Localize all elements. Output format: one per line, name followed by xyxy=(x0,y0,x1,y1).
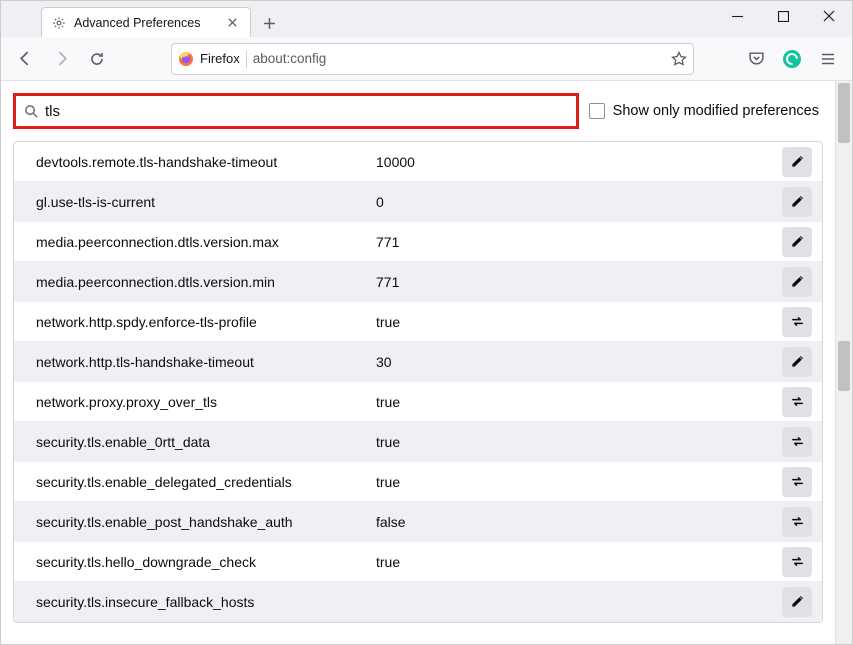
pref-name: gl.use-tls-is-current xyxy=(36,194,376,210)
pref-name: network.http.tls-handshake-timeout xyxy=(36,354,376,370)
checkbox-label: Show only modified preferences xyxy=(613,103,819,119)
pref-name: security.tls.hello_downgrade_check xyxy=(36,554,376,570)
pencil-icon xyxy=(790,274,805,289)
pref-name: security.tls.enable_0rtt_data xyxy=(36,434,376,450)
pref-value: 0 xyxy=(376,194,782,210)
pref-row: security.tls.enable_post_handshake_authf… xyxy=(14,502,822,542)
pref-name: network.http.spdy.enforce-tls-profile xyxy=(36,314,376,330)
edit-button[interactable] xyxy=(782,227,812,257)
pref-value: true xyxy=(376,554,782,570)
identity-label: Firefox xyxy=(200,51,240,66)
browser-tab[interactable]: Advanced Preferences xyxy=(41,7,251,37)
pref-value: 10000 xyxy=(376,154,782,170)
pref-name: security.tls.insecure_fallback_hosts xyxy=(36,594,376,610)
pref-row: network.http.tls-handshake-timeout30 xyxy=(14,342,822,382)
pref-name: media.peerconnection.dtls.version.min xyxy=(36,274,376,290)
vertical-scrollbar[interactable] xyxy=(835,81,852,644)
edit-button[interactable] xyxy=(782,267,812,297)
pocket-button[interactable] xyxy=(740,43,772,75)
titlebar: Advanced Preferences xyxy=(1,1,852,37)
firefox-icon xyxy=(178,51,194,67)
pencil-icon xyxy=(790,154,805,169)
close-window-button[interactable] xyxy=(806,1,852,31)
swap-icon xyxy=(790,394,805,409)
url-text: about:config xyxy=(253,51,665,66)
minimize-button[interactable] xyxy=(714,1,760,31)
pref-row: security.tls.enable_0rtt_datatrue xyxy=(14,422,822,462)
search-icon xyxy=(24,104,39,119)
app-menu-button[interactable] xyxy=(812,43,844,75)
edit-button[interactable] xyxy=(782,147,812,177)
pref-value: false xyxy=(376,514,782,530)
pref-row: network.http.spdy.enforce-tls-profiletru… xyxy=(14,302,822,342)
scrollbar-thumb[interactable] xyxy=(838,83,850,143)
toggle-button[interactable] xyxy=(782,307,812,337)
toggle-button[interactable] xyxy=(782,547,812,577)
preferences-table: devtools.remote.tls-handshake-timeout100… xyxy=(13,141,823,623)
maximize-button[interactable] xyxy=(760,1,806,31)
swap-icon xyxy=(790,314,805,329)
toggle-button[interactable] xyxy=(782,467,812,497)
pref-name: devtools.remote.tls-handshake-timeout xyxy=(36,154,376,170)
checkbox[interactable] xyxy=(589,103,605,119)
tab-title: Advanced Preferences xyxy=(74,16,216,30)
edit-button[interactable] xyxy=(782,347,812,377)
pref-row: media.peerconnection.dtls.version.max771 xyxy=(14,222,822,262)
pref-value: true xyxy=(376,394,782,410)
pref-value: 771 xyxy=(376,234,782,250)
pref-row: gl.use-tls-is-current0 xyxy=(14,182,822,222)
back-button[interactable] xyxy=(9,43,41,75)
pref-name: network.proxy.proxy_over_tls xyxy=(36,394,376,410)
pref-row: media.peerconnection.dtls.version.min771 xyxy=(14,262,822,302)
swap-icon xyxy=(790,474,805,489)
scrollbar-thumb[interactable] xyxy=(838,341,850,391)
close-tab-button[interactable] xyxy=(224,15,240,31)
pref-row: security.tls.insecure_fallback_hosts xyxy=(14,582,822,622)
nav-toolbar: Firefox about:config xyxy=(1,37,852,81)
pref-value: 30 xyxy=(376,354,782,370)
swap-icon xyxy=(790,554,805,569)
edit-button[interactable] xyxy=(782,587,812,617)
url-bar[interactable]: Firefox about:config xyxy=(171,43,694,75)
content-area: Show only modified preferences devtools.… xyxy=(1,81,852,644)
reload-button[interactable] xyxy=(81,43,113,75)
toggle-button[interactable] xyxy=(782,387,812,417)
config-search-box[interactable] xyxy=(13,93,579,129)
pref-name: media.peerconnection.dtls.version.max xyxy=(36,234,376,250)
toggle-button[interactable] xyxy=(782,507,812,537)
grammarly-icon xyxy=(783,50,801,68)
window-controls xyxy=(714,1,852,31)
toggle-button[interactable] xyxy=(782,427,812,457)
pencil-icon xyxy=(790,234,805,249)
new-tab-button[interactable] xyxy=(255,9,283,37)
pencil-icon xyxy=(790,194,805,209)
pref-name: security.tls.enable_post_handshake_auth xyxy=(36,514,376,530)
show-modified-filter[interactable]: Show only modified preferences xyxy=(589,103,823,119)
swap-icon xyxy=(790,434,805,449)
config-search-input[interactable] xyxy=(45,103,568,120)
pencil-icon xyxy=(790,594,805,609)
pref-name: security.tls.enable_delegated_credential… xyxy=(36,474,376,490)
gear-icon xyxy=(52,16,66,30)
pref-value: true xyxy=(376,314,782,330)
separator xyxy=(246,50,247,68)
pref-row: network.proxy.proxy_over_tlstrue xyxy=(14,382,822,422)
forward-button[interactable] xyxy=(45,43,77,75)
pencil-icon xyxy=(790,354,805,369)
edit-button[interactable] xyxy=(782,187,812,217)
pref-value: true xyxy=(376,474,782,490)
pref-value: true xyxy=(376,434,782,450)
swap-icon xyxy=(790,514,805,529)
pref-value: 771 xyxy=(376,274,782,290)
extension-button[interactable] xyxy=(776,43,808,75)
bookmark-star-icon[interactable] xyxy=(671,51,687,67)
pref-row: security.tls.enable_delegated_credential… xyxy=(14,462,822,502)
pref-row: devtools.remote.tls-handshake-timeout100… xyxy=(14,142,822,182)
pref-row: security.tls.hello_downgrade_checktrue xyxy=(14,542,822,582)
